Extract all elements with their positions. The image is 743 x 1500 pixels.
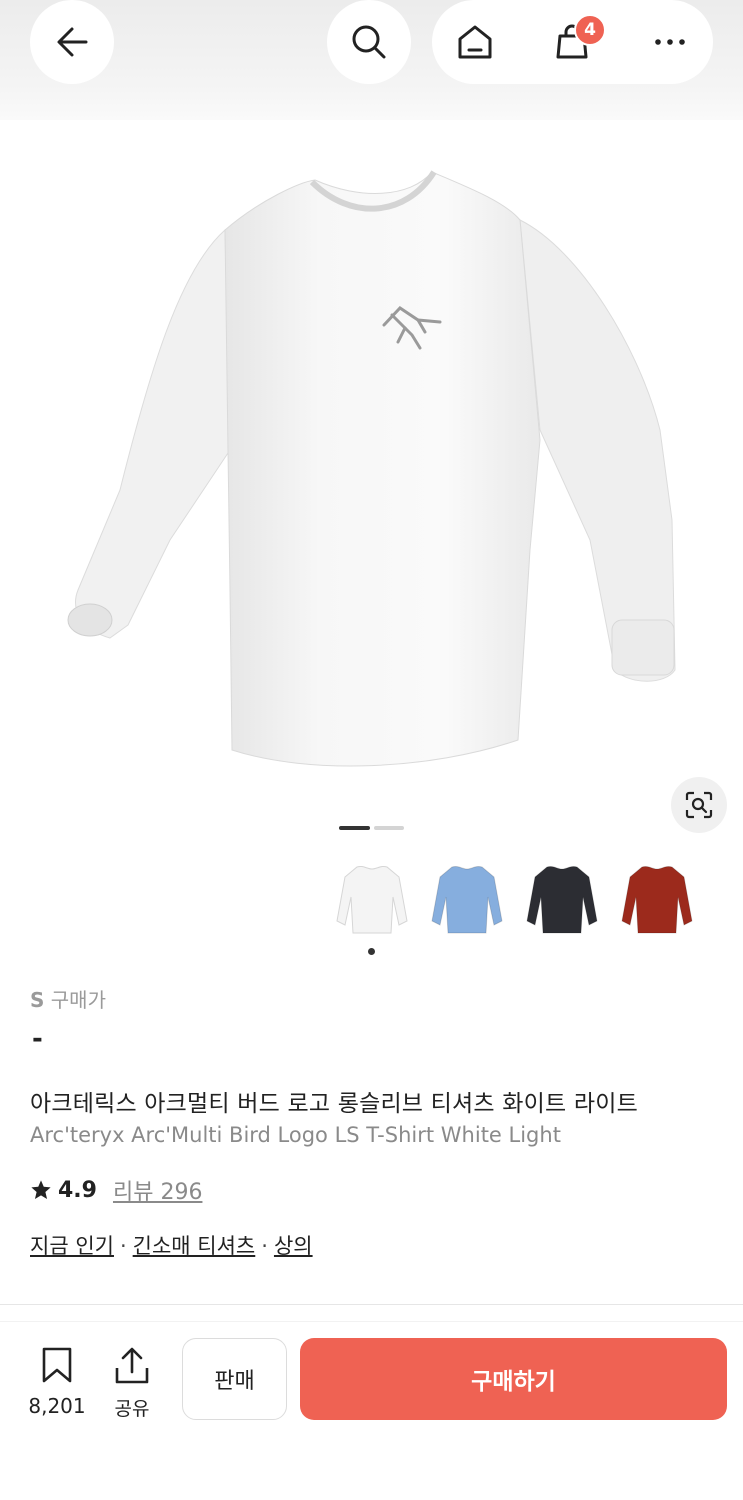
search-icon [352,25,386,59]
category-link-tops[interactable]: 상의 [274,1234,313,1258]
gallery-indicator-active [339,826,370,830]
image-search-button[interactable] [671,777,727,833]
home-icon [458,25,492,59]
sell-button[interactable]: 판매 [182,1338,287,1420]
save-button[interactable]: 8,201 [26,1346,88,1418]
review-link[interactable]: 리뷰 296 [113,1174,202,1206]
share-button[interactable]: 공유 [108,1346,156,1421]
save-count: 8,201 [28,1394,86,1418]
color-thumbnail[interactable] [616,857,698,939]
more-button[interactable] [635,0,705,84]
tshirt-white-icon [336,865,408,934]
buy-button[interactable]: 구매하기 [300,1338,727,1420]
search-button[interactable] [327,0,411,84]
color-thumbnail[interactable] [426,857,508,939]
color-thumbnail[interactable] [521,857,603,939]
more-icon [655,39,685,45]
color-thumbnail[interactable] [331,857,413,939]
bookmark-icon [42,1347,72,1383]
gallery-indicator [374,826,404,830]
tshirt-light-blue-icon [431,865,503,934]
cart-count-badge: 4 [574,14,606,46]
price: - [32,1024,43,1054]
selected-thumbnail-dot [368,948,375,955]
home-button[interactable] [440,0,510,84]
category-link-popular[interactable]: 지금 인기 [30,1234,114,1258]
category-separator: · [119,1234,127,1258]
tshirt-illustration [67,170,676,767]
category-separator: · [261,1234,268,1258]
back-button[interactable] [30,0,114,84]
product-title-en: Arc'teryx Arc'Multi Bird Logo LS T-Shirt… [30,1123,561,1147]
lens-icon [685,791,713,819]
category-breadcrumb: 지금 인기 · 긴소매 티셔츠 · 상의 [30,1230,313,1260]
tshirt-black-icon [526,865,598,934]
rating-score: 4.9 [58,1177,97,1203]
share-label: 공유 [114,1398,150,1420]
product-image[interactable] [0,120,743,820]
product-title-ko: 아크테릭스 아크멀티 버드 로고 롱슬리브 티셔츠 화이트 라이트 [30,1091,638,1117]
category-link-longsleeve[interactable]: 긴소매 티셔츠 [133,1234,256,1258]
tshirt-red-icon [621,865,693,934]
star-icon [31,1180,51,1199]
size-price-caption: 구매가 [50,988,106,1012]
share-icon [115,1347,149,1384]
nav-pill [432,0,713,84]
divider [0,1304,743,1305]
rating-row[interactable]: 4.9 리뷰 296 [30,1174,202,1206]
divider [0,1321,743,1322]
arrow-left-icon [57,27,88,57]
size-price-label[interactable]: S 구매가 [30,984,106,1013]
top-bar: 4 [0,0,743,120]
size-value: S [30,988,45,1012]
